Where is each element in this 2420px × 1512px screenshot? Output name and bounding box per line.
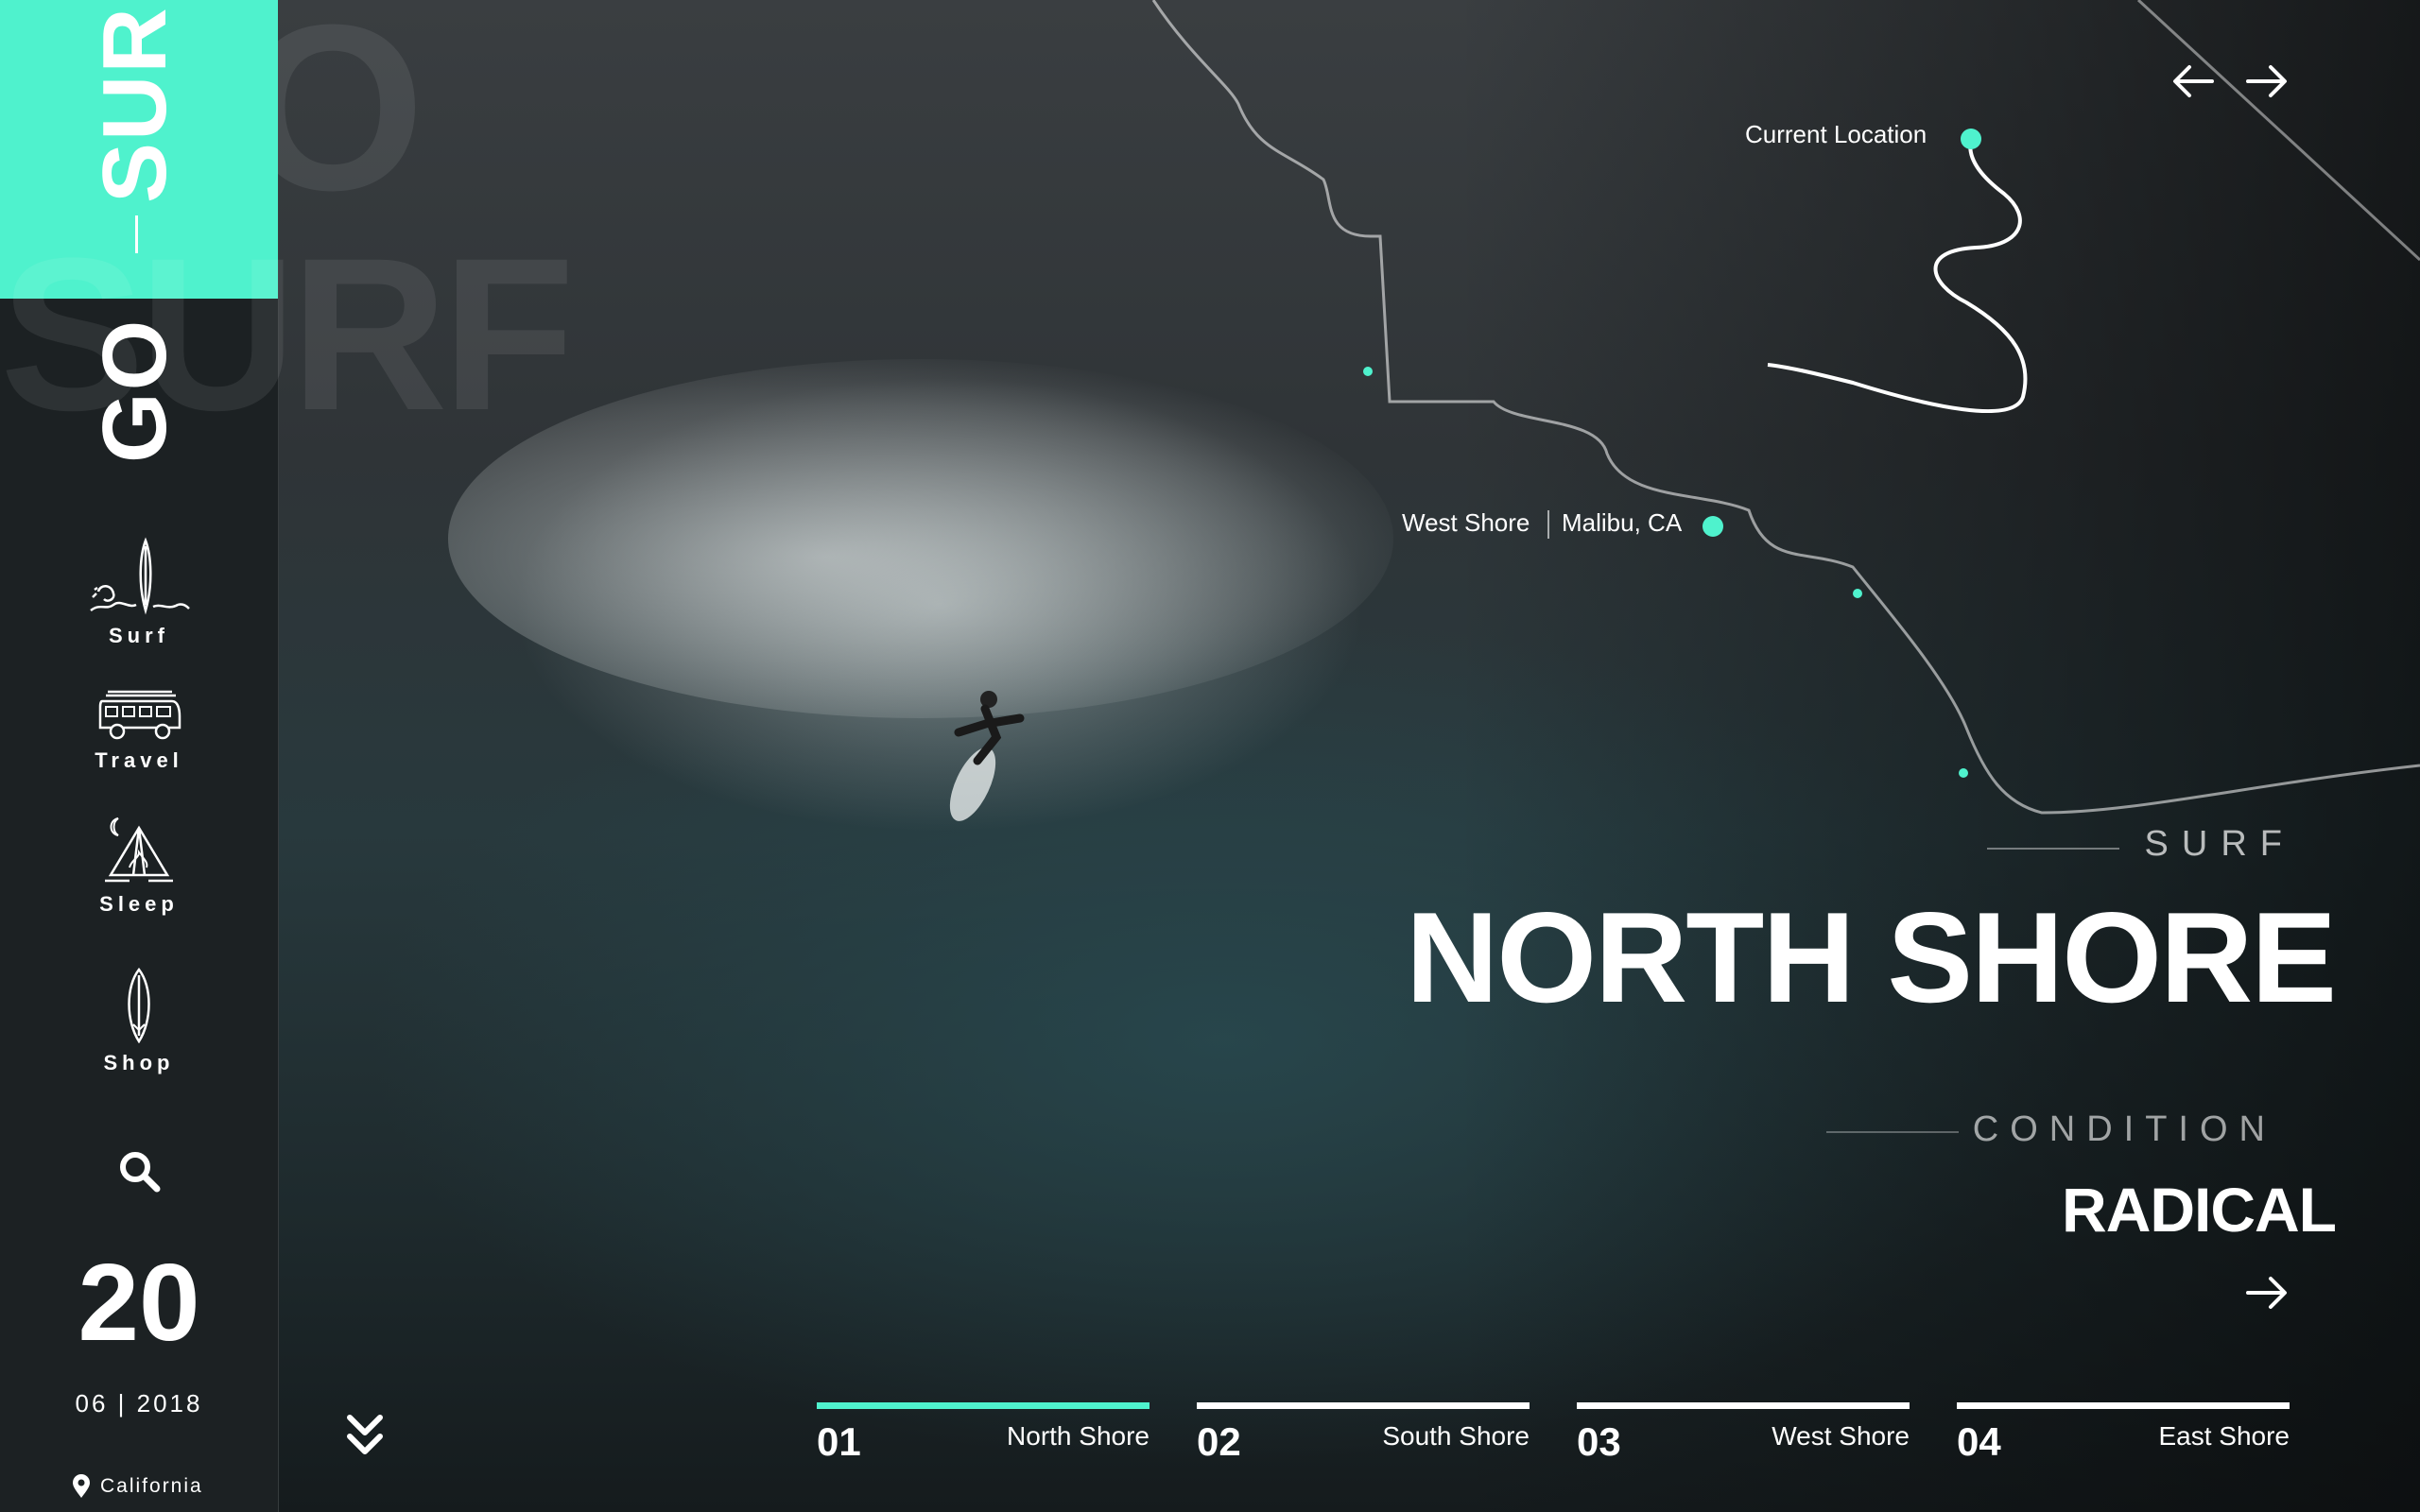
spot-marker [1703, 516, 1723, 537]
sidebar: O SURF GO SURF Surf Travel Sleep [0, 0, 575, 1512]
tab-west-shore[interactable]: 03 West Shore [1577, 1402, 1910, 1464]
sidebar-item-label: Travel [95, 748, 183, 772]
tab-number: 02 [1197, 1419, 1241, 1464]
chevrons-down-icon[interactable] [344, 1414, 386, 1461]
tab-number: 03 [1577, 1419, 1621, 1464]
logo-separator [135, 215, 138, 253]
arrow-right-icon[interactable] [2246, 1276, 2288, 1310]
tab-number: 01 [817, 1419, 861, 1464]
spot-sublabel: Malibu, CA [1562, 508, 1683, 537]
condition-divider [1826, 1131, 1959, 1133]
sidebar-item-label: Shop [103, 1051, 175, 1074]
tab-label: West Shore [1772, 1421, 1910, 1451]
arrow-left-icon[interactable] [2172, 64, 2214, 98]
tab-label: North Shore [1007, 1421, 1150, 1451]
logo-go: GO [84, 318, 185, 463]
tent-moon-icon [105, 817, 173, 883]
tab-indicator [1957, 1402, 2290, 1409]
tab-south-shore[interactable]: 02 South Shore [1197, 1402, 1530, 1464]
search-icon[interactable] [117, 1149, 163, 1194]
current-location-label: Current Location [1745, 120, 1927, 148]
arrow-right-icon[interactable] [2246, 64, 2288, 98]
sidebar-item-label: Sleep [99, 892, 179, 916]
surfboard-icon [128, 968, 150, 1043]
condition-value: RADICAL [2062, 1175, 2337, 1245]
page-title: NORTH SHORE [1406, 885, 2337, 1029]
current-location-marker [1961, 129, 1981, 149]
sidebar-item-travel[interactable]: Travel [0, 688, 278, 773]
date-month-year: 06 | 2018 [75, 1389, 203, 1418]
date-day: 20 [78, 1241, 200, 1364]
category-label: SURF [2144, 824, 2295, 864]
condition-label: CONDITION [1972, 1109, 2276, 1149]
tab-east-shore[interactable]: 04 East Shore [1957, 1402, 2290, 1464]
pin-icon [73, 1474, 90, 1498]
sidebar-item-sleep[interactable]: Sleep [0, 815, 278, 917]
logo-surf: SURF [84, 0, 185, 203]
tab-indicator [1197, 1402, 1530, 1409]
category-divider [1987, 848, 2119, 850]
tab-label: South Shore [1382, 1421, 1530, 1451]
tab-number: 04 [1957, 1419, 2001, 1464]
location[interactable]: California [72, 1474, 203, 1499]
sidebar-item-surf[interactable]: Surf [0, 537, 278, 648]
location-label: California [100, 1475, 203, 1497]
tab-indicator [1577, 1402, 1910, 1409]
tab-north-shore[interactable]: 01 North Shore [817, 1402, 1150, 1464]
tab-indicator [817, 1402, 1150, 1409]
sidebar-item-label: Surf [109, 624, 169, 647]
van-icon [98, 690, 182, 740]
spot-label: West Shore [1402, 508, 1530, 537]
tab-label: East Shore [2158, 1421, 2290, 1451]
surfboard-wave-icon [90, 537, 190, 615]
sidebar-item-shop[interactable]: Shop [0, 968, 278, 1075]
